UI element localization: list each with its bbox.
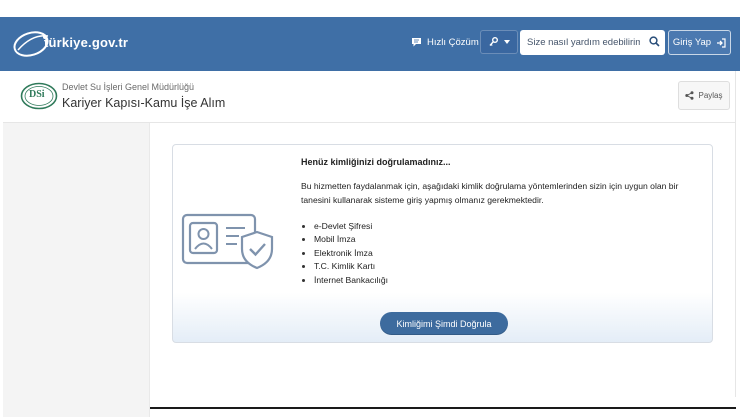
key-icon (488, 37, 498, 46)
login-label: Giriş Yap (672, 37, 712, 48)
institution-name: Devlet Su İşleri Genel Müdürlüğü (62, 82, 195, 92)
turkiye-gov-logo[interactable]: türkiye.gov.tr (12, 28, 142, 60)
share-button[interactable]: Paylaş (678, 81, 730, 110)
key-menu-button[interactable] (480, 30, 518, 54)
search-input[interactable] (520, 37, 640, 48)
verification-method-list: e-Devlet Şifresi Mobil İmza Elektronik İ… (301, 220, 388, 287)
search-box (520, 30, 665, 55)
method-item-edevlet: e-Devlet Şifresi (301, 220, 388, 233)
share-icon (685, 91, 694, 100)
method-item-mobile-signature: Mobil İmza (301, 233, 388, 246)
institution-bar: DSi Devlet Su İşleri Genel Müdürlüğü Kar… (3, 71, 736, 123)
verification-title: Henüz kimliğinizi doğrulamadınız... (301, 157, 451, 167)
caret-down-icon (503, 40, 510, 44)
top-header: türkiye.gov.tr Hızlı Çözüm Giriş Yap (0, 17, 740, 71)
verify-identity-button[interactable]: Kimliğimi Şimdi Doğrula (380, 312, 508, 335)
service-title: Kariyer Kapısı-Kamu İşe Alım (62, 96, 226, 110)
search-icon[interactable] (649, 36, 660, 47)
quick-solution-label: Hızlı Çözüm (427, 36, 479, 48)
horizontal-scrollbar[interactable] (150, 407, 736, 409)
verification-description: Bu hizmetten faydalanmak için, aşağıdaki… (301, 181, 679, 205)
share-label: Paylaş (698, 91, 723, 100)
method-item-electronic-signature: Elektronik İmza (301, 247, 388, 260)
method-item-id-card: T.C. Kimlik Kartı (301, 260, 388, 273)
logo-text: türkiye.gov.tr (44, 35, 129, 50)
identity-verification-card: Henüz kimliğinizi doğrulamadınız... Bu h… (172, 144, 713, 343)
method-item-internet-banking: İnternet Bankacılığı (301, 274, 388, 287)
left-sidebar (3, 123, 150, 417)
chat-bubble-icon (412, 38, 421, 47)
login-button[interactable]: Giriş Yap (668, 30, 731, 55)
sign-in-icon (717, 37, 726, 48)
id-card-shield-icon (181, 213, 274, 270)
right-border (735, 71, 736, 417)
dsi-logo-text: DSi (29, 89, 45, 100)
quick-solution-button[interactable]: Hızlı Çözüm (405, 30, 485, 54)
